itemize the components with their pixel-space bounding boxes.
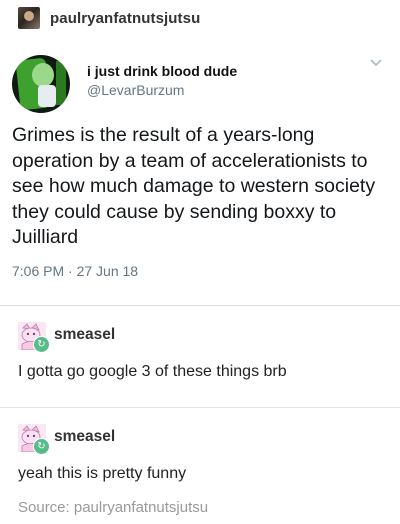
tweet-timestamp: 7:06 PM · 27 Jun 18 [12,263,139,279]
source-link[interactable]: Source: paulryanfatnutsjutsu [18,499,208,516]
reblogger-username[interactable]: smeasel [54,428,115,446]
reblog-icon: ↻ [33,336,50,353]
tweet-avatar [12,55,70,113]
divider [0,305,400,306]
op-avatar[interactable] [18,7,40,29]
reblog-comment: yeah this is pretty funny [18,465,187,482]
divider [0,407,400,408]
op-header: paulryanfatnutsjutsu [18,5,200,31]
tweet-handle: @LevarBurzum [87,82,185,98]
op-username[interactable]: paulryanfatnutsjutsu [50,10,200,27]
reblog-comment: I gotta go google 3 of these things brb [18,363,287,380]
chevron-down-icon [370,59,382,67]
tweet-text: Grimes is the result of a years-long ope… [12,124,376,248]
tweet-display-name: i just drink blood dude [87,63,238,79]
reblog-icon: ↻ [33,438,50,455]
reblogger-username[interactable]: smeasel [54,326,115,344]
